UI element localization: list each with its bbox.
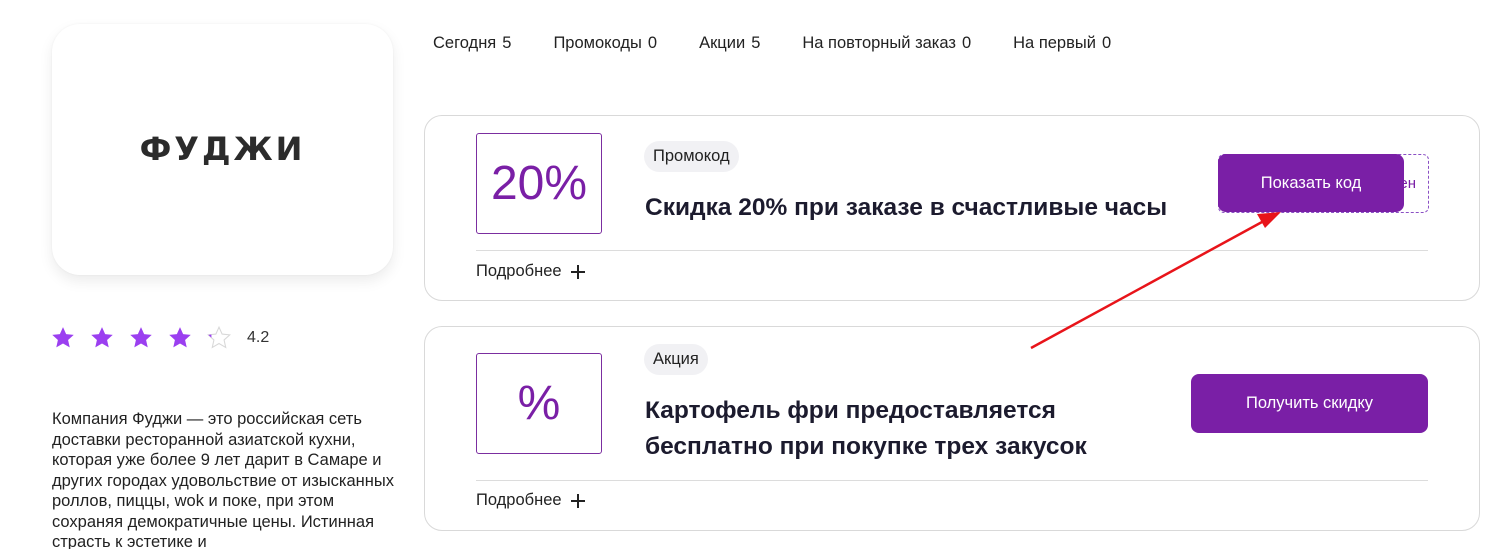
rating-value: 4.2: [247, 329, 270, 346]
star-icon[interactable]: [167, 325, 193, 351]
details-toggle[interactable]: Подробнее: [476, 491, 586, 510]
star-icon[interactable]: [50, 325, 76, 351]
plus-icon: [570, 264, 585, 279]
tab-promocodes[interactable]: Промокоды 0: [553, 34, 657, 53]
star-icon[interactable]: [206, 325, 232, 351]
company-description: Компания Фуджи — это российская сеть дос…: [52, 410, 395, 549]
star-icon[interactable]: [128, 325, 154, 351]
tab-repeat-order[interactable]: На повторный заказ 0: [802, 34, 971, 53]
tab-today[interactable]: Сегодня 5: [433, 34, 511, 53]
offer-discount-badge: %: [476, 353, 602, 454]
divider: [476, 250, 1428, 251]
offer-filter-tabs: Сегодня 5 Промокоды 0 Акции 5 На повторный …: [433, 34, 1153, 53]
brand-logo: ФУДЖИ: [139, 129, 306, 168]
divider: [476, 480, 1428, 481]
show-code-button[interactable]: Показать код: [1218, 154, 1404, 212]
tab-promotions[interactable]: Акции 5: [699, 34, 760, 53]
brand-logo-card: ФУДЖИ: [52, 24, 393, 275]
offer-type-tag: Промокод: [644, 141, 739, 172]
offer-card-promotion: % Акция Картофель фри предоставляется бе…: [424, 326, 1480, 531]
details-toggle[interactable]: Подробнее: [476, 262, 586, 281]
get-discount-button[interactable]: Получить скидку: [1191, 374, 1428, 433]
offer-title: Картофель фри предоставляется бесплатно …: [645, 397, 1087, 460]
plus-icon: [570, 493, 585, 508]
tab-first-order[interactable]: На первый 0: [1013, 34, 1111, 53]
offer-title: Скидка 20% при заказе в счастливые часы: [645, 194, 1168, 221]
offer-type-tag: Акция: [644, 344, 708, 375]
offer-discount-badge: 20%: [476, 133, 602, 234]
star-icon[interactable]: [89, 325, 115, 351]
rating: 4.2: [50, 325, 269, 351]
offer-card-promocode: 20% Промокод Скидка 20% при заказе в сча…: [424, 115, 1480, 301]
